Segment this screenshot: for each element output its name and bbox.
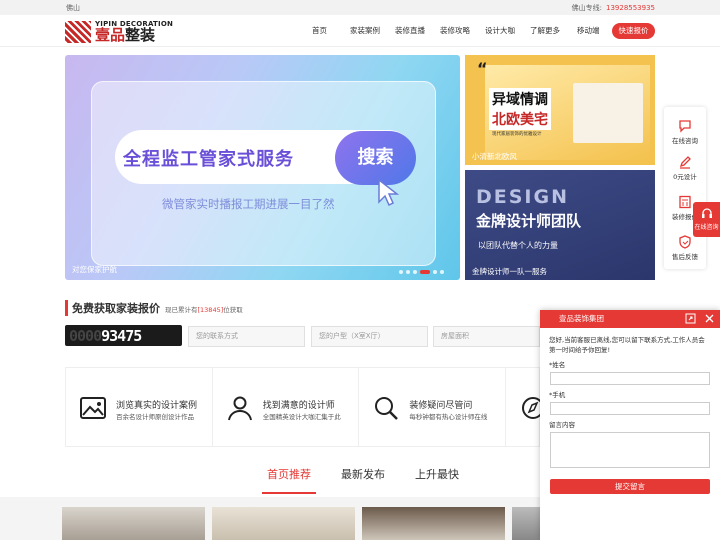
cursor-icon [378,178,399,207]
card1-caption: 小清新北欧风 [472,152,517,161]
house-type-field[interactable]: 您的户型（X室X厅） [311,326,428,347]
top-bar: 佛山 佛山专线: 13928553935 [0,0,720,15]
close-icon[interactable] [704,313,715,324]
case-thumb[interactable] [512,507,540,540]
sidebar-item-consult[interactable]: 在线咨询 [664,119,706,145]
sidebar-item-feedback[interactable]: 售后反馈 [664,235,706,261]
shield-icon [679,235,691,249]
nav-item-designers[interactable]: 设计大咖 [485,25,515,36]
carousel-dot[interactable] [413,270,417,274]
contact-field[interactable]: 您的联系方式 [188,326,305,347]
logo[interactable]: YIPIN DECORATION 壹品整装 [65,20,173,43]
nav-item-cases[interactable]: 家装案例 [350,25,380,36]
main-nav: YIPIN DECORATION 壹品整装 首页 家装案例 装修直播 装修攻略 … [0,15,720,47]
chat-header: 壹品装饰集团 [540,310,720,328]
chat-icon [679,120,691,133]
feature-ask[interactable]: 装修疑问尽管问 每秒钟都有热心设计师在线 [359,368,507,446]
quote-mark: “ [477,59,488,78]
card2-sub: 以团队代替个人的力量 [478,241,558,250]
quote-counter: 0000 93475 [65,325,182,346]
promo-card-nordic[interactable]: “ 异域情调 北欧美宅 现代家居装饰的优雅设计 小清新北欧风 [465,55,655,165]
phone-label: *手机 [549,391,566,399]
phone-input[interactable] [550,402,710,415]
image-icon [80,397,106,419]
card2-caption: 金牌设计师一队一服务 [472,267,547,276]
carousel-dot[interactable] [399,270,403,274]
case-thumb[interactable] [62,507,205,540]
user-icon [227,396,252,421]
chat-widget: 壹品装饰集团 您好,当前客服已离线,您可以留下联系方式,工作人员会第一时间给予你… [540,310,720,540]
nav-item-guide[interactable]: 装修攻略 [440,25,470,36]
card1-title2: 北欧美宅 [489,108,551,130]
floating-sidebar: 在线咨询 0元设计 装修报价 售后反馈 [664,107,706,269]
hero-banner[interactable]: 全程监工管家式服务 搜索 微管家实时播报工期进展一目了然 对您保家护航 [65,55,460,280]
card1-title1: 异域情调 [489,88,551,110]
sidebar-item-design[interactable]: 0元设计 [664,155,706,181]
banner-caption: 对您保家护航 [72,265,117,274]
card2-title: 金牌设计师团队 [476,212,582,230]
nav-item-mobile[interactable]: 移动端 [577,25,600,36]
feature-strip: 浏览真实的设计案例 百余名设计师原创设计作品 找到满意的设计师 全国精英设计大咖… [65,367,545,447]
promo-card-design[interactable]: DESIGN 金牌设计师团队 以团队代替个人的力量 金牌设计师一队一服务 [465,170,655,280]
online-consult-tab[interactable]: 在线咨询 [693,202,720,237]
name-input[interactable] [550,372,710,385]
banner-headline: 全程监工管家式服务 [123,149,294,170]
banner-search-button: 搜索 [335,131,416,185]
card2-design-word: DESIGN [476,186,570,208]
case-thumb[interactable] [362,507,505,540]
logo-cn: 壹品整装 [95,26,156,44]
search-icon [375,397,399,420]
room-photo [573,83,643,143]
tab-recommend[interactable]: 首页推荐 [262,466,316,494]
logo-mark-icon [65,20,91,43]
calculator-icon [679,195,691,209]
hotline-city: 佛山专线: [571,4,602,12]
message-label: 留言内容 [549,421,575,429]
pencil-icon [679,156,691,169]
carousel-dot[interactable] [420,270,430,274]
feature-designers[interactable]: 找到满意的设计师 全国精英设计大咖汇集于此 [213,368,360,446]
quick-quote-button[interactable]: 快速报价 [612,23,655,39]
name-label: *姓名 [549,361,566,369]
tab-latest[interactable]: 最新发布 [336,466,390,494]
carousel-dot[interactable] [433,270,437,274]
quote-section-sub: 现已累计有[13845]位获取 [165,306,243,314]
feature-cases[interactable]: 浏览真实的设计案例 百余名设计师原创设计作品 [66,368,213,446]
chat-message: 您好,当前客服已离线,您可以留下联系方式,工作人员会第一时间给予你回复! [549,336,705,354]
carousel-dots[interactable] [399,270,444,274]
city-label[interactable]: 佛山 [66,3,80,13]
hotline: 佛山专线: 13928553935 [572,3,655,13]
nav-item-live[interactable]: 装修直播 [395,25,425,36]
banner-subline: 微管家实时播报工期进展一目了然 [162,197,335,211]
carousel-dot[interactable] [406,270,410,274]
expand-icon[interactable] [685,313,696,324]
submit-message-button[interactable]: 提交留言 [550,479,710,494]
case-thumb[interactable] [212,507,355,540]
nav-item-more[interactable]: 了解更多 [530,25,560,36]
content-tabs: 首页推荐 最新发布 上升最快 [262,466,484,494]
feature-more[interactable] [506,368,545,446]
headset-icon [701,208,712,218]
carousel-dot[interactable] [440,270,444,274]
hotline-number: 13928553935 [606,4,655,12]
card1-tagline: 现代家居装饰的优雅设计 [492,132,542,137]
tab-rising[interactable]: 上升最快 [410,466,464,494]
quote-section-title: 免费获取家装报价 [65,300,160,316]
nav-item-home[interactable]: 首页 [312,25,327,36]
message-textarea[interactable] [550,432,710,468]
area-field[interactable]: 房屋面积 [433,326,540,347]
